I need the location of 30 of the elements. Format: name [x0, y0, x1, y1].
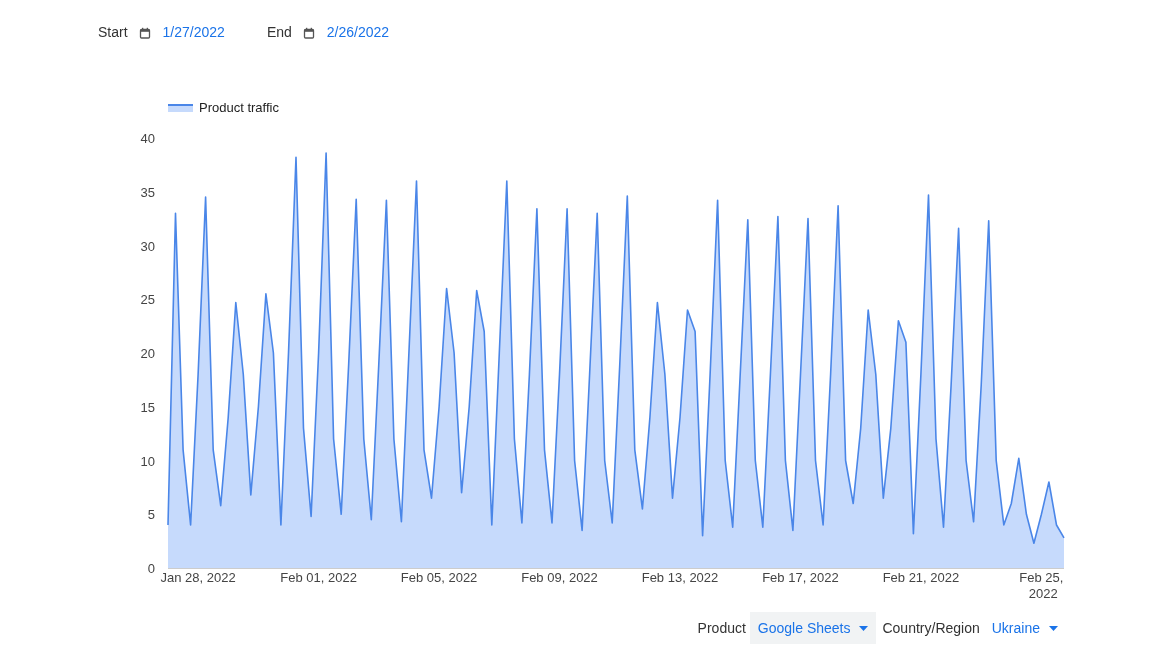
filter-label: Country/Region	[882, 618, 980, 638]
end-date-button[interactable]: 2/26/2022	[326, 22, 390, 43]
x-axis-label: Feb 01, 2022	[280, 570, 357, 585]
calendar-icon	[302, 26, 315, 39]
filter-dropdown[interactable]: Google Sheets	[749, 612, 877, 644]
calendar-icon	[138, 26, 151, 39]
y-axis-label: 25	[140, 292, 155, 308]
y-axis-label: 20	[140, 346, 155, 361]
y-axis-label: 30	[140, 238, 155, 254]
y-axis-label: 15	[140, 399, 155, 415]
x-axis-label: Feb 05, 2022	[400, 570, 478, 585]
y-axis-label: 5	[147, 507, 155, 523]
start-date-button[interactable]: 1/27/2022	[162, 22, 225, 43]
caret-icon	[1049, 625, 1058, 631]
x-axis-label: Feb 25, 2022	[1019, 570, 1064, 601]
legend-swatch	[167, 104, 194, 112]
y-axis-label: 0	[147, 561, 155, 576]
caret-icon	[859, 625, 869, 631]
x-axis-label: Feb 17, 2022	[762, 570, 839, 585]
y-axis-label: 35	[140, 184, 155, 200]
legend-label: Product traffic	[199, 100, 279, 115]
x-axis-label: Feb 13, 2022	[641, 570, 719, 585]
x-axis-label: Feb 21, 2022	[882, 570, 960, 585]
end-label: End	[266, 23, 292, 42]
start-label: Start	[98, 23, 128, 42]
x-axis-label: Jan 28, 2022	[160, 570, 236, 585]
x-axis-label: Feb 09, 2022	[521, 570, 598, 585]
y-axis-label: 40	[140, 131, 155, 146]
filter-label: Product	[697, 618, 746, 638]
y-axis-label: 10	[140, 453, 155, 469]
